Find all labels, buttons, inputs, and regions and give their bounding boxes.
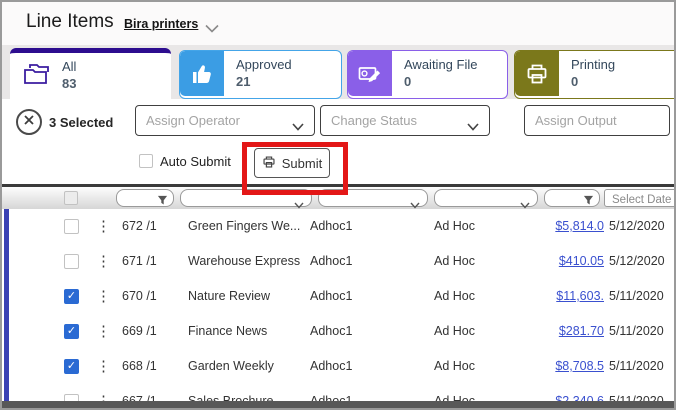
cell-id: 669 /1 xyxy=(122,324,182,338)
date-filter-input[interactable] xyxy=(604,189,676,207)
price-filter-input[interactable] xyxy=(544,189,600,207)
chevron-down-icon[interactable] xyxy=(205,20,219,38)
assign-operator-placeholder: Assign Operator xyxy=(146,113,240,128)
close-icon xyxy=(23,113,35,131)
line-items-window: Line Items Bira printers All 83 Approved… xyxy=(0,0,676,410)
chevron-down-icon xyxy=(467,118,479,136)
row-menu-icon[interactable]: ⋮ xyxy=(96,322,111,340)
horizontal-scrollbar[interactable] xyxy=(2,401,674,408)
folder-icon xyxy=(22,61,52,92)
chevron-down-icon xyxy=(292,118,304,136)
page-header: Line Items Bira printers xyxy=(2,2,674,45)
table-row: ✓ ⋮ 670 /1 Nature Review Adhoc1 Ad Hoc $… xyxy=(2,279,674,315)
cell-date: 5/11/2020 xyxy=(609,359,664,373)
tab-count: 0 xyxy=(571,74,578,89)
row-checkbox[interactable]: ✓ xyxy=(64,289,79,304)
row-menu-icon[interactable]: ⋮ xyxy=(96,252,111,270)
assign-output-input[interactable] xyxy=(524,105,670,136)
auto-submit-label: Auto Submit xyxy=(160,154,231,169)
assign-operator-dropdown[interactable]: Assign Operator xyxy=(135,105,315,136)
cell-id: 672 /1 xyxy=(122,219,182,233)
submit-button-label: Submit xyxy=(282,156,322,171)
bulk-action-bar: 3 Selected Assign Operator Change Status… xyxy=(2,99,674,184)
change-status-placeholder: Change Status xyxy=(331,113,417,128)
cell-operator: Adhoc1 xyxy=(310,359,352,373)
cell-operator: Adhoc1 xyxy=(310,254,352,268)
cell-name: Finance News xyxy=(188,324,308,338)
cell-type: Ad Hoc xyxy=(434,324,475,338)
table-row: ✓ ⋮ 672 /1 Green Fingers We... Adhoc1 Ad… xyxy=(2,209,674,245)
price-link[interactable]: $281.70 xyxy=(512,324,604,338)
row-status-bar xyxy=(4,209,9,244)
cell-operator: Adhoc1 xyxy=(310,324,352,338)
row-status-bar xyxy=(4,349,9,384)
row-status-bar xyxy=(4,244,9,279)
printer-icon xyxy=(515,51,559,96)
cell-id: 671 /1 xyxy=(122,254,182,268)
selection-count-label: 3 Selected xyxy=(49,115,113,130)
operator-filter-dropdown[interactable] xyxy=(318,189,428,207)
table-row: ✓ ⋮ 671 /1 Warehouse Express Adhoc1 Ad H… xyxy=(2,244,674,280)
cell-type: Ad Hoc xyxy=(434,289,475,303)
tab-all[interactable]: All 83 xyxy=(10,48,171,104)
tab-label: Awaiting File xyxy=(404,57,477,72)
cell-date: 5/12/2020 xyxy=(609,219,665,233)
cell-type: Ad Hoc xyxy=(434,219,475,233)
tab-approved[interactable]: Approved 21 xyxy=(179,50,342,99)
cell-name: Warehouse Express xyxy=(188,254,308,268)
tab-label: All xyxy=(62,59,76,74)
tab-count: 83 xyxy=(62,76,76,91)
row-status-bar xyxy=(4,314,9,349)
table-row: ✓ ⋮ 668 /1 Garden Weekly Adhoc1 Ad Hoc $… xyxy=(2,349,674,385)
printer-group-link[interactable]: Bira printers xyxy=(124,17,198,31)
table-filter-row: ✓ xyxy=(2,187,674,210)
clear-selection-button[interactable] xyxy=(16,109,42,135)
change-status-dropdown[interactable]: Change Status xyxy=(320,105,490,136)
id-filter-input[interactable] xyxy=(116,189,174,207)
tab-count: 21 xyxy=(236,74,250,89)
row-checkbox[interactable]: ✓ xyxy=(64,359,79,374)
tab-count: 0 xyxy=(404,74,411,89)
row-checkbox[interactable]: ✓ xyxy=(64,254,79,269)
cell-date: 5/11/2020 xyxy=(609,324,664,338)
cell-date: 5/12/2020 xyxy=(609,254,665,268)
tab-label: Printing xyxy=(571,57,615,72)
thumbs-up-icon xyxy=(180,51,224,96)
printer-icon xyxy=(262,155,276,172)
row-menu-icon[interactable]: ⋮ xyxy=(96,287,111,305)
submit-button[interactable]: Submit xyxy=(254,148,330,178)
cell-type: Ad Hoc xyxy=(434,254,475,268)
row-menu-icon[interactable]: ⋮ xyxy=(96,217,111,235)
row-menu-icon[interactable]: ⋮ xyxy=(96,357,111,375)
select-date-input[interactable] xyxy=(610,193,676,207)
tab-awaiting-file[interactable]: Awaiting File 0 xyxy=(347,50,508,99)
cell-id: 670 /1 xyxy=(122,289,182,303)
cell-name: Green Fingers We... xyxy=(188,219,308,233)
check-pen-icon xyxy=(348,51,392,96)
cell-operator: Adhoc1 xyxy=(310,289,352,303)
tab-label: Approved xyxy=(236,57,292,72)
name-filter-dropdown[interactable] xyxy=(180,189,312,207)
price-link[interactable]: $8,708.5 xyxy=(512,359,604,373)
row-checkbox[interactable]: ✓ xyxy=(64,219,79,234)
cell-type: Ad Hoc xyxy=(434,359,475,373)
price-link[interactable]: $410.05 xyxy=(512,254,604,268)
cell-id: 668 /1 xyxy=(122,359,182,373)
cell-name: Garden Weekly xyxy=(188,359,308,373)
price-link[interactable]: $5,814.0 xyxy=(512,219,604,233)
tab-printing[interactable]: Printing 0 xyxy=(514,50,676,99)
price-link[interactable]: $11,603. xyxy=(512,289,604,303)
table-body: ✓ ⋮ 672 /1 Green Fingers We... Adhoc1 Ad… xyxy=(2,209,674,408)
page-title: Line Items xyxy=(26,11,114,33)
table-row: ✓ ⋮ 669 /1 Finance News Adhoc1 Ad Hoc $2… xyxy=(2,314,674,350)
cell-operator: Adhoc1 xyxy=(310,219,352,233)
cell-name: Nature Review xyxy=(188,289,308,303)
select-all-checkbox[interactable]: ✓ xyxy=(64,191,78,205)
type-filter-dropdown[interactable] xyxy=(434,189,538,207)
row-checkbox[interactable]: ✓ xyxy=(64,324,79,339)
cell-date: 5/11/2020 xyxy=(609,289,664,303)
row-status-bar xyxy=(4,279,9,314)
auto-submit-checkbox[interactable]: ✓ xyxy=(139,154,153,168)
